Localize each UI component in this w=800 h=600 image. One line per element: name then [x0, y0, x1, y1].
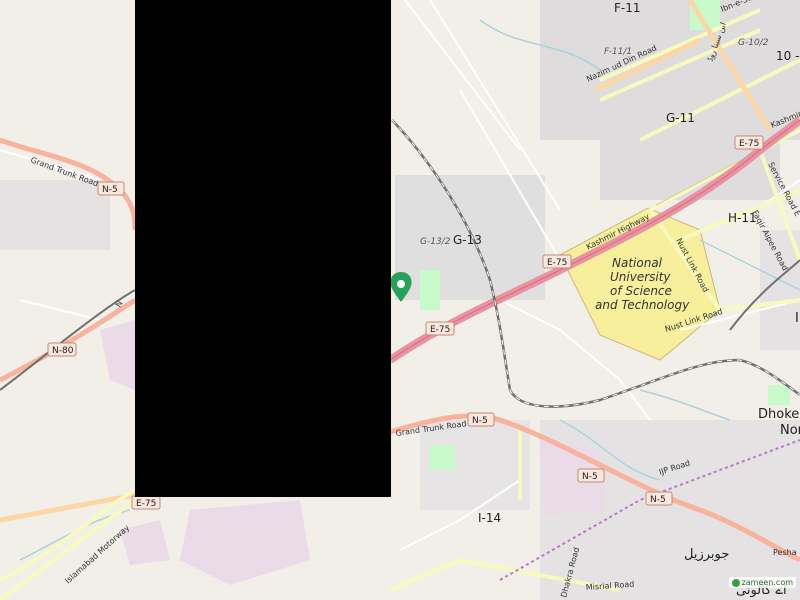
place-nor: Nor: [780, 423, 800, 438]
sector-g11: G-11: [666, 111, 695, 125]
sector-g13-2: G-13/2: [420, 237, 451, 247]
shield-e75-bottom: E-75: [136, 499, 156, 509]
sector-f11: F-11: [614, 1, 641, 15]
redacted-area: [135, 0, 391, 497]
institution-line2: University: [610, 270, 671, 284]
place-urdu-town-1: جوبرزیل: [684, 547, 729, 562]
shield-e75-top: E-75: [739, 139, 759, 149]
road-label-peshawar: Pesha: [773, 548, 797, 557]
shield-e75-g13: E-75: [430, 325, 450, 335]
zameen-watermark: zameen.com: [728, 577, 796, 588]
institution-line3: of Science: [610, 284, 672, 298]
sector-g13: G-13: [453, 233, 482, 247]
shield-n5-lower: N-5: [582, 472, 598, 482]
sector-g10-2: G-10/2: [738, 38, 769, 48]
shield-n5-left: N-5: [102, 185, 118, 195]
institution-line4: and Technology: [595, 298, 690, 312]
place-i: I: [795, 311, 799, 326]
marker-dot-icon: [397, 280, 405, 288]
shield-n5-right: N-5: [650, 495, 666, 505]
institution-line1: National: [612, 256, 663, 270]
shield-n5-center: N-5: [472, 416, 488, 426]
sector-10: 10 -: [776, 49, 799, 63]
shield-e75-mid: E-75: [547, 258, 567, 268]
watermark-text: zameen.com: [741, 578, 793, 587]
sector-i14: I-14: [478, 511, 501, 525]
place-dhoke: Dhoke: [758, 407, 799, 422]
map-layer: F-11 F-11/1 G-10/2 10 - G-11 H-11 G-13 G…: [0, 0, 800, 600]
zameen-logo-icon: [731, 578, 740, 587]
shield-n80: N-80: [52, 346, 74, 356]
map-canvas[interactable]: F-11 F-11/1 G-10/2 10 - G-11 H-11 G-13 G…: [0, 0, 800, 600]
